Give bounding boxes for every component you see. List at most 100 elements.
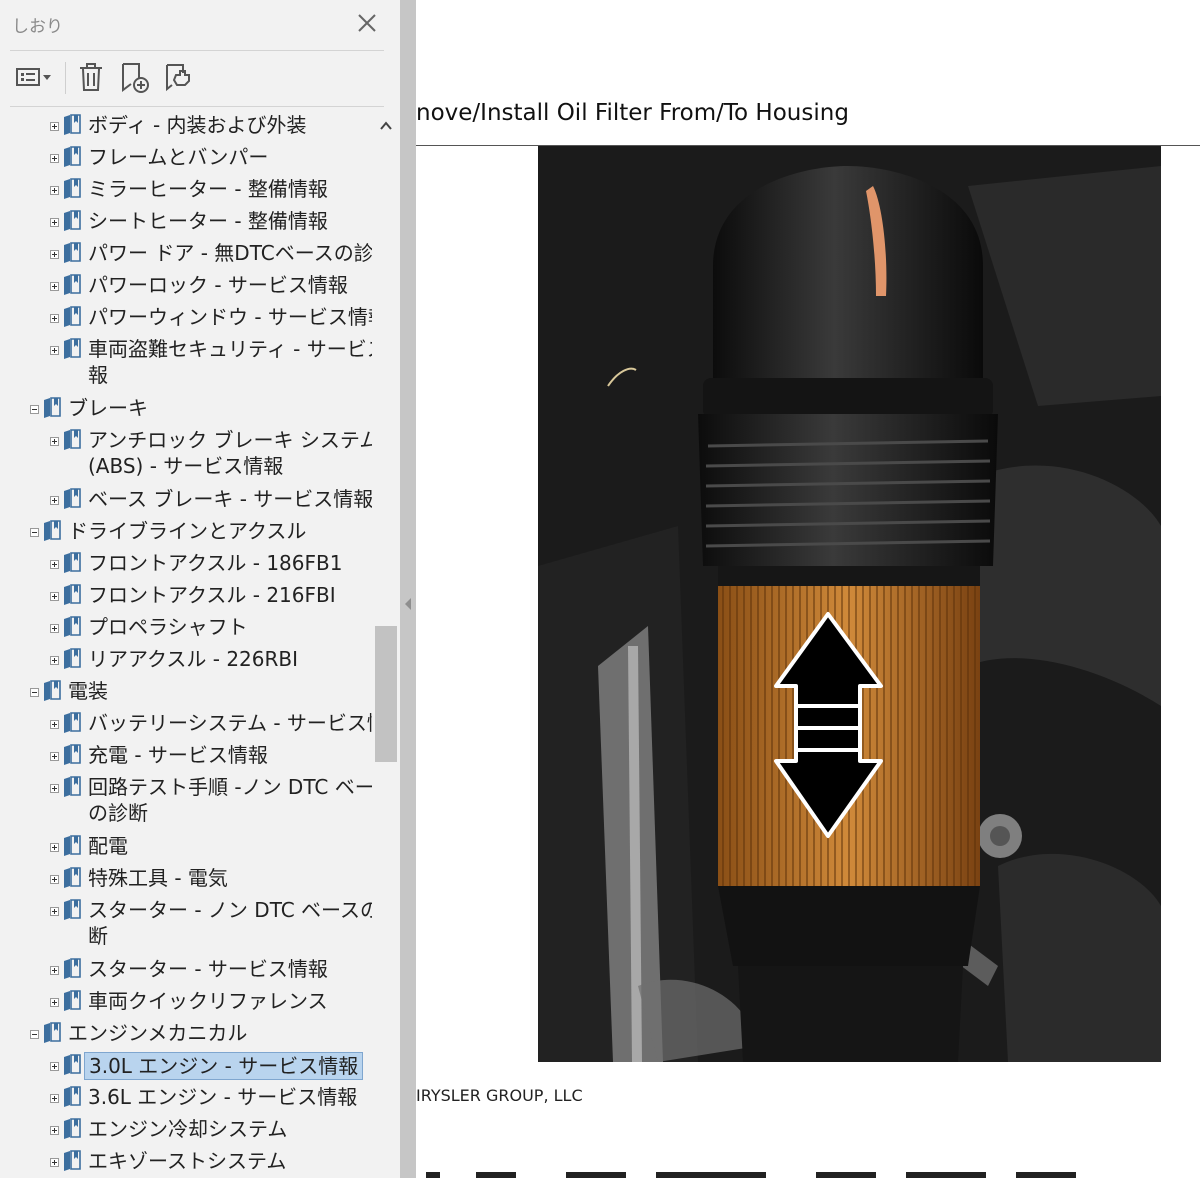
bookmark-item[interactable]: フロントアクスル - 216FBI: [0, 582, 372, 614]
bookmark-item[interactable]: 特殊工具 - 電気: [0, 865, 372, 897]
bookmark-icon: [64, 776, 81, 797]
find-current-bookmark-button[interactable]: [158, 58, 196, 96]
bookmark-item[interactable]: シートヒーター - 整備情報: [0, 208, 372, 240]
bookmark-item[interactable]: ドライブラインとアクスル: [0, 518, 372, 550]
bookmark-item[interactable]: 配電: [0, 833, 372, 865]
expand-toggle-icon[interactable]: [50, 592, 59, 601]
bookmark-label: 車両クイックリファレンス: [88, 989, 328, 1013]
bookmark-label: 回路テスト手順 -ノン DTC ベース: [88, 775, 372, 799]
expand-toggle-icon[interactable]: [50, 218, 59, 227]
bookmark-label-continued: (ABS) - サービス情報: [88, 454, 284, 478]
bookmark-item[interactable]: パワーロック - サービス情報: [0, 272, 372, 304]
bookmarks-toolbar: [0, 58, 400, 98]
expand-toggle-icon[interactable]: [50, 1158, 59, 1167]
new-bookmark-button[interactable]: [116, 58, 152, 96]
bookmark-icon: [64, 306, 81, 327]
expand-toggle-icon[interactable]: [50, 1126, 59, 1135]
bookmark-label: 車両盗難セキュリティ - サービス情: [88, 337, 372, 361]
bookmark-item[interactable]: ベース ブレーキ - サービス情報: [0, 486, 372, 518]
collapse-panel-icon[interactable]: [403, 597, 413, 611]
bookmark-item[interactable]: 3.0L エンジン - サービス情報: [0, 1052, 372, 1084]
collapse-toggle-icon[interactable]: [30, 528, 39, 537]
toolbar-separator: [65, 62, 66, 94]
bookmark-icon: [64, 990, 81, 1011]
bookmark-label: 電装: [68, 679, 108, 703]
bookmark-item[interactable]: 回路テスト手順 -ノン DTC ベース の診断: [0, 774, 372, 825]
expand-toggle-icon[interactable]: [50, 875, 59, 884]
bookmark-item[interactable]: フレームとバンパー: [0, 144, 372, 176]
document-footer: IRYSLER GROUP, LLC: [416, 1086, 583, 1105]
bookmark-item[interactable]: リアアクスル - 226RBI: [0, 646, 372, 678]
bookmark-tree: ボディ - 内装および外装 フレームとバンパー ミラーヒーター - 整備情報 シートヒ…: [0, 108, 372, 1178]
bookmark-icon: [64, 146, 81, 167]
bookmark-item[interactable]: バッテリーシステム - サービス情報: [0, 710, 372, 742]
bookmark-label: 3.0L エンジン - サービス情報: [84, 1052, 364, 1080]
bookmark-item[interactable]: 充電 - サービス情報: [0, 742, 372, 774]
expand-toggle-icon[interactable]: [50, 346, 59, 355]
collapse-toggle-icon[interactable]: [30, 405, 39, 414]
bookmark-item[interactable]: ボディ - 内装および外装: [0, 112, 372, 144]
panel-splitter[interactable]: [400, 0, 416, 1178]
expand-toggle-icon[interactable]: [50, 966, 59, 975]
bookmark-item[interactable]: ブレーキ: [0, 395, 372, 427]
tree-scrollbar[interactable]: [372, 108, 400, 1178]
bookmark-item[interactable]: スターター - ノン DTC ベースの診断: [0, 897, 372, 948]
bookmark-item[interactable]: パワー ドア - 無DTCベースの診断: [0, 240, 372, 272]
collapse-toggle-icon[interactable]: [30, 688, 39, 697]
bookmark-icon: [64, 552, 81, 573]
expand-toggle-icon[interactable]: [50, 437, 59, 446]
expand-toggle-icon[interactable]: [50, 656, 59, 665]
expand-toggle-icon[interactable]: [50, 250, 59, 259]
divider: [10, 50, 384, 51]
bookmark-icon: [64, 899, 81, 920]
expand-toggle-icon[interactable]: [50, 496, 59, 505]
bookmark-item[interactable]: 電装: [0, 678, 372, 710]
expand-toggle-icon[interactable]: [50, 624, 59, 633]
expand-toggle-icon[interactable]: [50, 1062, 59, 1071]
bookmark-icon: [64, 1118, 81, 1139]
close-icon: [358, 14, 376, 32]
expand-toggle-icon[interactable]: [50, 1094, 59, 1103]
bookmark-item[interactable]: 車両クイックリファレンス: [0, 988, 372, 1020]
new-bookmark-icon: [122, 63, 149, 93]
expand-toggle-icon[interactable]: [50, 907, 59, 916]
expand-toggle-icon[interactable]: [50, 282, 59, 291]
expand-toggle-icon[interactable]: [50, 784, 59, 793]
bookmark-item[interactable]: フロントアクスル - 186FB1: [0, 550, 372, 582]
expand-toggle-icon[interactable]: [50, 314, 59, 323]
expand-toggle-icon[interactable]: [50, 154, 59, 163]
bookmark-item[interactable]: パワーウィンドウ - サービス情報: [0, 304, 372, 336]
expand-toggle-icon[interactable]: [50, 843, 59, 852]
close-panel-button[interactable]: [352, 8, 382, 38]
bookmark-icon: [64, 114, 81, 135]
scroll-up-button[interactable]: [379, 118, 393, 132]
list-options-icon: [16, 68, 51, 86]
bookmark-label-continued: 報: [88, 363, 108, 387]
bookmark-label-continued: の診断: [88, 801, 148, 825]
bookmark-item[interactable]: プロペラシャフト: [0, 614, 372, 646]
expand-toggle-icon[interactable]: [50, 752, 59, 761]
bookmark-item[interactable]: スターター - サービス情報: [0, 956, 372, 988]
bookmark-item[interactable]: ミラーヒーター - 整備情報: [0, 176, 372, 208]
expand-toggle-icon[interactable]: [50, 720, 59, 729]
scroll-thumb[interactable]: [375, 626, 397, 762]
bookmark-item[interactable]: アンチロック ブレーキ システム (ABS) - サービス情報: [0, 427, 372, 478]
expand-toggle-icon[interactable]: [50, 560, 59, 569]
bookmark-item[interactable]: エキゾーストシステム: [0, 1148, 372, 1178]
expand-toggle-icon[interactable]: [50, 998, 59, 1007]
delete-bookmark-button[interactable]: [74, 58, 108, 96]
document-page: nove/Install Oil Filter From/To Housing: [416, 0, 1200, 1178]
expand-toggle-icon[interactable]: [50, 122, 59, 131]
bookmark-item[interactable]: 車両盗難セキュリティ - サービス情報: [0, 336, 372, 387]
bookmark-label: アンチロック ブレーキ システム: [88, 428, 372, 452]
collapse-toggle-icon[interactable]: [30, 1030, 39, 1039]
expand-toggle-icon[interactable]: [50, 186, 59, 195]
oil-filter-photo: [538, 146, 1161, 1062]
bookmark-label: シートヒーター - 整備情報: [88, 209, 328, 233]
options-menu-button[interactable]: [12, 58, 56, 96]
bookmark-item[interactable]: エンジン冷却システム: [0, 1116, 372, 1148]
bookmark-item[interactable]: 3.6L エンジン - サービス情報: [0, 1084, 372, 1116]
cut-off-text-line: [426, 1172, 1076, 1178]
bookmark-icon: [64, 178, 81, 199]
bookmark-item[interactable]: エンジンメカニカル: [0, 1020, 372, 1052]
